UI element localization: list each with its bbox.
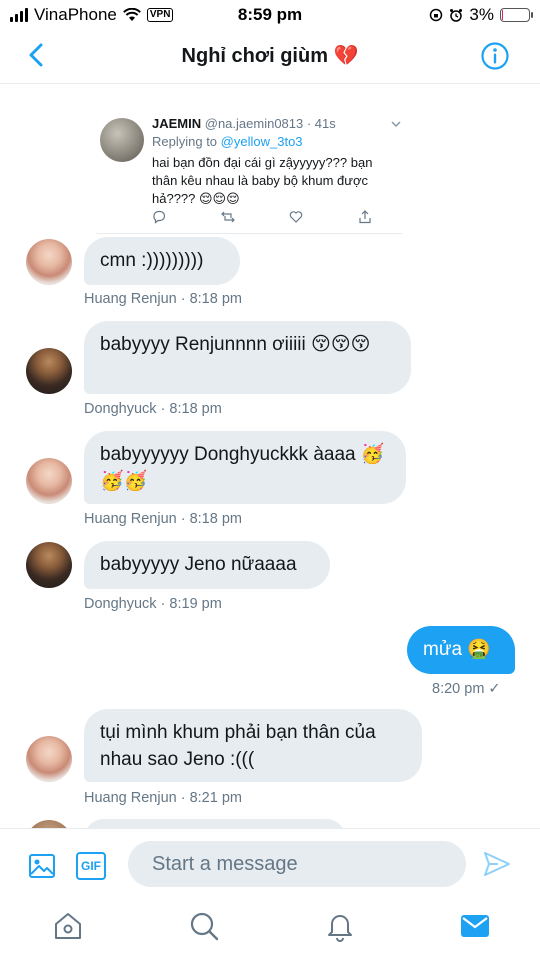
chevron-down-icon[interactable] [390, 118, 402, 130]
avatar-peek [26, 820, 72, 828]
rotation-lock-icon [430, 8, 443, 22]
replying-handle[interactable]: @yellow_3to3 [221, 134, 303, 149]
my-message-bubble[interactable]: mửa 🤮 [407, 626, 515, 674]
next-message-peek [0, 818, 540, 828]
retweet-icon[interactable] [220, 210, 235, 224]
tweet-text: hai bạn đồn đại cái gì zậyyyyy??? bạn th… [152, 155, 373, 206]
message-meta: Huang Renjun · 8:21 pm [84, 790, 242, 806]
gif-button[interactable]: GIF [76, 852, 106, 880]
message-composer: GIF [0, 828, 540, 898]
message-bubble-peek [84, 819, 346, 828]
info-icon[interactable] [480, 41, 510, 71]
avatar-renjun[interactable] [26, 239, 72, 285]
tweet-author-name: JAEMIN [152, 116, 202, 131]
image-icon[interactable] [28, 852, 56, 880]
message-meta: Huang Renjun · 8:18 pm [84, 511, 242, 527]
avatar-donghyuck[interactable] [26, 348, 72, 394]
home-icon[interactable] [52, 910, 84, 942]
message-bubble[interactable]: babyyyyy Jeno nữaaaa [84, 541, 330, 589]
message-meta: Donghyuck · 8:19 pm [84, 596, 222, 612]
avatar-renjun[interactable] [26, 458, 72, 504]
mail-icon[interactable] [459, 910, 491, 942]
conversation-title: Nghỉ chơi giùm 💔 [181, 45, 359, 67]
message-bubble[interactable]: cmn :))))))))) [84, 237, 240, 285]
tweet-author-handle: @na.jaemin0813 · 41s [204, 116, 336, 131]
battery-fill [502, 10, 503, 20]
status-bar: VinaPhone VPN 8:59 pm 3% [0, 0, 540, 30]
send-icon[interactable] [482, 849, 512, 879]
message-meta: Donghyuck · 8:18 pm [84, 401, 222, 417]
avatar-renjun[interactable] [26, 736, 72, 782]
conversation-header: Nghỉ chơi giùm 💔 [0, 30, 540, 84]
replying-prefix: Replying to [152, 134, 218, 149]
tweet-actions [152, 210, 372, 224]
shared-tweet-card[interactable]: JAEMIN @na.jaemin0813 · 41s Replying to … [96, 96, 402, 234]
message-meta: 8:20 pm ✓ [432, 681, 501, 697]
message-bubble[interactable]: tụi mình khum phải bạn thân của nhau sao… [84, 709, 422, 782]
message-bubble[interactable]: babyyyyyy Donghyuckkk àaaa 🥳🥳🥳 [84, 431, 406, 504]
share-icon[interactable] [358, 210, 372, 224]
tweet-header: JAEMIN @na.jaemin0813 · 41s [152, 116, 336, 131]
message-bubble[interactable]: babyyyy Renjunnnn ơiiiii 😚😚😚 [84, 321, 411, 394]
like-icon[interactable] [289, 210, 303, 224]
bell-icon[interactable] [324, 910, 356, 942]
tweet-author-avatar [100, 118, 144, 162]
reply-icon[interactable] [152, 210, 166, 224]
battery-icon [500, 8, 533, 22]
bottom-tab-bar [0, 898, 540, 960]
avatar-donghyuck[interactable] [26, 542, 72, 588]
search-icon[interactable] [188, 910, 220, 942]
message-meta: Huang Renjun · 8:18 pm [84, 291, 242, 307]
alarm-icon [450, 9, 463, 22]
tweet-replying-to: Replying to @yellow_3to3 [152, 134, 303, 149]
message-input[interactable] [128, 841, 466, 887]
battery-percent: 3% [469, 5, 494, 24]
status-right: 3% [429, 5, 533, 25]
